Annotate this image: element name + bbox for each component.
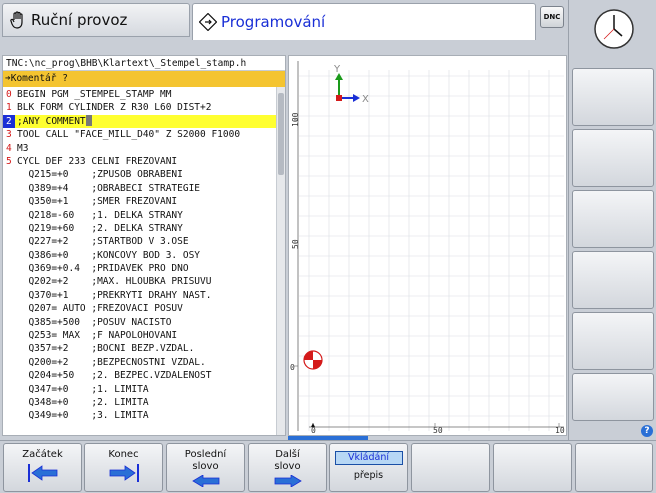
hruler-label-50: 50: [433, 426, 443, 435]
mode-bar: Ruční provoz Programování DNC: [0, 0, 568, 40]
program-line-5[interactable]: 5 CYCL DEF 233 CELNI FREZOVANI: [3, 155, 285, 168]
vruler-label-50: 50: [291, 239, 300, 249]
start-label: Začátek: [22, 449, 63, 460]
tab-programming-label: Programování: [221, 13, 326, 31]
help-icon[interactable]: ?: [641, 425, 653, 437]
cycle-param-line[interactable]: Q389=+4 ;OBRABECI STRATEGIE: [3, 182, 285, 195]
cycle-param-line[interactable]: Q347=+0 ;1. LIMITA: [3, 383, 285, 396]
next-word-button[interactable]: Další slovo: [248, 443, 327, 492]
cycle-param-line[interactable]: Q219=+60 ;2. DELKA STRANY: [3, 222, 285, 235]
text-cursor: [85, 114, 92, 126]
cycle-param-line[interactable]: Q385=+500 ;POSUV NACISTO: [3, 316, 285, 329]
arrow-right-bar-icon: [109, 464, 139, 482]
program-icon: [199, 13, 217, 31]
cycle-param-line[interactable]: Q200=+2 ;BEZPECNOSTNI VZDAL.: [3, 356, 285, 369]
program-path: TNC:\nc_prog\BHB\Klartext\_Stempel_stamp…: [3, 56, 285, 71]
vertical-softkey-5[interactable]: [572, 312, 654, 370]
vruler-label-100: 100: [291, 112, 300, 127]
last-word-button[interactable]: Poslední slovo: [166, 443, 245, 492]
tab-manual-label: Ruční provoz: [31, 11, 128, 29]
insert-overwrite-toggle[interactable]: Vkládání přepis: [329, 443, 408, 492]
overwrite-mode-label: přepis: [353, 470, 384, 481]
insert-mode-label: Vkládání: [334, 451, 403, 465]
arrow-left-icon: [191, 475, 219, 487]
vertical-softkey-1[interactable]: [572, 68, 654, 126]
end-label: Konec: [108, 449, 139, 460]
axis-y-label: Y: [333, 64, 341, 75]
hruler-label-0: 0: [311, 426, 316, 435]
cycle-param-line[interactable]: Q349=+0 ;3. LIMITA: [3, 409, 285, 422]
cycle-param-line[interactable]: Q227=+2 ;STARTBOD V 3.OSE: [3, 235, 285, 248]
tab-manual-mode[interactable]: Ruční provoz: [2, 3, 190, 37]
dnc-button[interactable]: DNC: [540, 6, 564, 28]
cycle-param-line[interactable]: Q348=+0 ;2. LIMITA: [3, 396, 285, 409]
cycle-param-line[interactable]: Q207= AUTO ;FREZOVACI POSUV: [3, 302, 285, 315]
arrow-left-bar-icon: [27, 464, 57, 482]
cycle-param-line[interactable]: Q369=+0.4 ;PRIDAVEK PRO DNO: [3, 262, 285, 275]
tool-position-icon: [303, 350, 323, 370]
axis-triad-icon: Y X: [333, 64, 369, 105]
comment-prompt: ➔Komentář ?: [3, 71, 285, 87]
softkey-empty-2[interactable]: [493, 443, 572, 492]
vertical-softkey-3[interactable]: [572, 190, 654, 248]
program-line-2-selected[interactable]: 2 ;ANY COMMENT: [3, 114, 285, 129]
arrow-right-icon: [274, 475, 302, 487]
cycle-param-line[interactable]: Q386=+0 ;KONCOVY BOD 3. OSY: [3, 249, 285, 262]
vertical-softkey-2[interactable]: [572, 129, 654, 187]
softkey-bar: Začátek Konec Poslední slovo Další slovo V…: [0, 440, 656, 493]
vertical-softkey-6[interactable]: [572, 373, 654, 421]
hruler-label-100: 10: [555, 426, 565, 435]
vertical-softkey-bar: [568, 0, 656, 440]
last-word-label: Poslední slovo: [184, 449, 227, 472]
tab-programming[interactable]: Programování: [192, 3, 536, 40]
cycle-param-line[interactable]: Q350=+1 ;SMER FREZOVANI: [3, 195, 285, 208]
cycle-param-line[interactable]: Q204=+50 ;2. BEZPEC.VZDALENOST: [3, 369, 285, 382]
clock-icon: [594, 9, 634, 49]
cycle-param-line[interactable]: Q215=+0 ;ZPUSOB OBRABENI: [3, 168, 285, 181]
cycle-param-line[interactable]: Q370=+1 ;PREKRYTI DRAHY NAST.: [3, 289, 285, 302]
program-line-3[interactable]: 3 TOOL CALL "FACE_MILL_D40" Z S2000 F1000: [3, 128, 285, 141]
program-line-4[interactable]: 4 M3: [3, 142, 285, 155]
vertical-softkey-4[interactable]: [572, 251, 654, 309]
end-button[interactable]: Konec: [84, 443, 163, 492]
editor-scrollbar[interactable]: [276, 87, 285, 435]
start-button[interactable]: Začátek: [3, 443, 82, 492]
vruler-label-0: 0: [290, 363, 295, 372]
program-line-0[interactable]: 0 BEGIN PGM _STEMPEL_STAMP MM: [3, 88, 285, 101]
program-editor[interactable]: TNC:\nc_prog\BHB\Klartext\_Stempel_stamp…: [2, 55, 286, 436]
cycle-param-line[interactable]: Q202=+2 ;MAX. HLOUBKA PRISUVU: [3, 275, 285, 288]
cycle-param-line[interactable]: Q357=+2 ;BOCNI BEZP.VZDAL.: [3, 342, 285, 355]
axis-x-label: X: [362, 94, 369, 105]
softkey-empty-3[interactable]: [575, 443, 653, 492]
graphic-canvas: 100 50 0 0 50 10 Y X: [290, 61, 565, 435]
program-lines: 0 BEGIN PGM _STEMPEL_STAMP MM 1 BLK FORM C…: [3, 87, 285, 423]
hand-icon: [9, 11, 27, 29]
next-word-label: Další slovo: [274, 449, 301, 472]
program-graphic[interactable]: 100 50 0 0 50 10 Y X: [288, 55, 567, 436]
cycle-param-line[interactable]: Q218=-60 ;1. DELKA STRANY: [3, 209, 285, 222]
program-line-1[interactable]: 1 BLK FORM CYLINDER Z R30 L60 DIST+2: [3, 101, 285, 114]
softkey-empty-1[interactable]: [411, 443, 490, 492]
editor-scrollbar-thumb[interactable]: [278, 93, 284, 175]
cycle-param-line[interactable]: Q253= MAX ;F NAPOLOHOVANI: [3, 329, 285, 342]
